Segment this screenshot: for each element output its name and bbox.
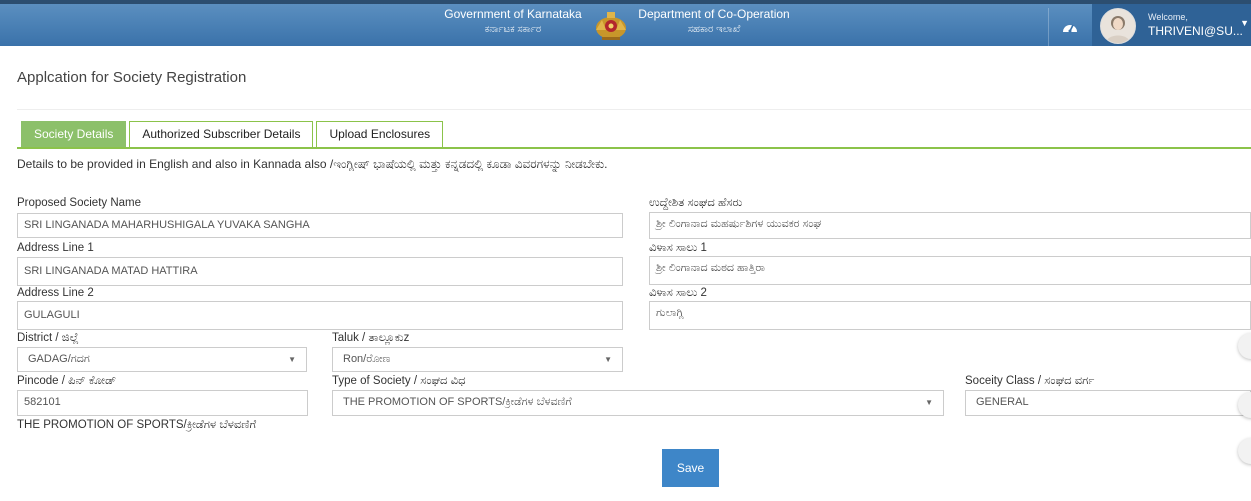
address-line2-kn-input[interactable]: ಗುಲಾಗ್ಲಿ [649, 301, 1251, 330]
instruction-text: Details to be provided in English and al… [17, 157, 608, 171]
tab-society-details[interactable]: Society Details [21, 121, 127, 147]
government-title-en: Government of Karnataka [444, 7, 582, 21]
society-type-label: Type of Society / ಸಂಘದ ವಿಧ [332, 375, 466, 387]
society-type-note: THE PROMOTION OF SPORTS/ಕ್ರೀಡೆಗಳ ಬೆಳವಣಿಗ… [17, 419, 257, 431]
taluk-select[interactable]: Ron/ರೋಣ ▼ [332, 347, 623, 372]
save-button[interactable]: Save [662, 449, 719, 487]
username: THRIVENI@SU... [1148, 24, 1243, 38]
avatar [1100, 8, 1136, 44]
address-line2-label: Address Line 2 [17, 287, 94, 299]
society-name-label: Proposed Society Name [17, 197, 142, 209]
society-name-kn-input[interactable]: ಶ್ರೀ ಲಿಂಗಾನಾದ ಮಹರ್ಷುಶಿಗಳ ಯುವಕರ ಸಂಘ [649, 212, 1251, 239]
district-label: District / ಜಿಲ್ಲೆ [17, 332, 79, 344]
address-line1-kn-input[interactable]: ಶ್ರೀ ಲಿಂಗಾನಾದ ಮಠದ ಹಾತ್ತಿರಾ [649, 256, 1251, 285]
triangle-down-icon: ▼ [925, 398, 933, 407]
triangle-down-icon: ▼ [604, 355, 612, 364]
department-title-en: Department of Co-Operation [638, 7, 790, 21]
top-header-bar: Government of Karnataka ಕರ್ನಾಟಕ ಸರ್ಕಾರ D… [0, 0, 1251, 46]
address-line2-kn-label: ವಿಳಾಸ ಸಾಲು 2 [649, 287, 707, 299]
department-title-kn: ಸಹಕಾರ ಇಲಾಖೆ [687, 24, 741, 35]
user-menu[interactable]: Welcome, THRIVENI@SU... ▼ [1092, 4, 1251, 46]
taluk-label: Taluk / ತಾಲ್ಲೂಕುz [332, 332, 410, 344]
page-title: Applcation for Society Registration [17, 69, 247, 86]
society-name-kn-label: ಉದ್ದೇಶಿತ ಸಂಘದ ಹೆಸರು [649, 197, 743, 209]
society-type-value: THE PROMOTION OF SPORTS/ಕ್ರೀಡೆಗಳ ಬೆಳವಣಿಗ… [343, 396, 572, 408]
tab-underline [17, 147, 1251, 149]
district-value: GADAG/ಗದಗ [28, 353, 90, 365]
tab-bar: Society Details Authorized Subscriber De… [21, 121, 446, 148]
address-line2-input[interactable]: GULAGULI [17, 301, 623, 330]
district-select[interactable]: GADAG/ಗದಗ ▼ [17, 347, 307, 372]
department-title: Department of Co-Operation ಸಹಕಾರ ಇಲಾಖೆ [634, 7, 794, 37]
karnataka-emblem-icon [596, 12, 626, 40]
welcome-text: Welcome, [1148, 12, 1188, 22]
speedometer-icon [1063, 24, 1077, 33]
government-title: Government of Karnataka ಕರ್ನಾಟಕ ಸರ್ಕಾರ [438, 7, 588, 37]
divider [17, 109, 1251, 110]
society-class-label: Soceity Class / ಸಂಘದ ವರ್ಗ [965, 375, 1095, 387]
side-nav-button[interactable] [1238, 438, 1251, 464]
tab-authorized-subscriber-details[interactable]: Authorized Subscriber Details [129, 121, 314, 147]
chevron-down-icon: ▼ [1240, 18, 1249, 28]
side-nav-button[interactable] [1238, 333, 1251, 359]
society-type-select[interactable]: THE PROMOTION OF SPORTS/ಕ್ರೀಡೆಗಳ ಬೆಳವಣಿಗ… [332, 390, 944, 416]
society-class-select[interactable]: GENERAL [965, 390, 1251, 416]
address-line1-input[interactable]: SRI LINGANADA MATAD HATTIRA [17, 257, 623, 286]
dashboard-button[interactable] [1048, 8, 1091, 46]
society-name-input[interactable]: SRI LINGANADA MAHARHUSHIGALA YUVAKA SANG… [17, 213, 623, 238]
taluk-value: Ron/ರೋಣ [343, 353, 391, 365]
society-class-value: GENERAL [976, 396, 1029, 408]
pincode-label: Pincode / ಪಿನ್ ಕೋಡ್ [17, 375, 117, 387]
government-title-kn: ಕರ್ನಾಟಕ ಸರ್ಕಾರ [484, 24, 542, 35]
triangle-down-icon: ▼ [288, 355, 296, 364]
tab-upload-enclosures[interactable]: Upload Enclosures [316, 121, 444, 147]
pincode-input[interactable]: 582101 [17, 390, 308, 416]
address-line1-label: Address Line 1 [17, 242, 94, 254]
address-line1-kn-label: ವಿಳಾಸ ಸಾಲು 1 [649, 242, 707, 254]
